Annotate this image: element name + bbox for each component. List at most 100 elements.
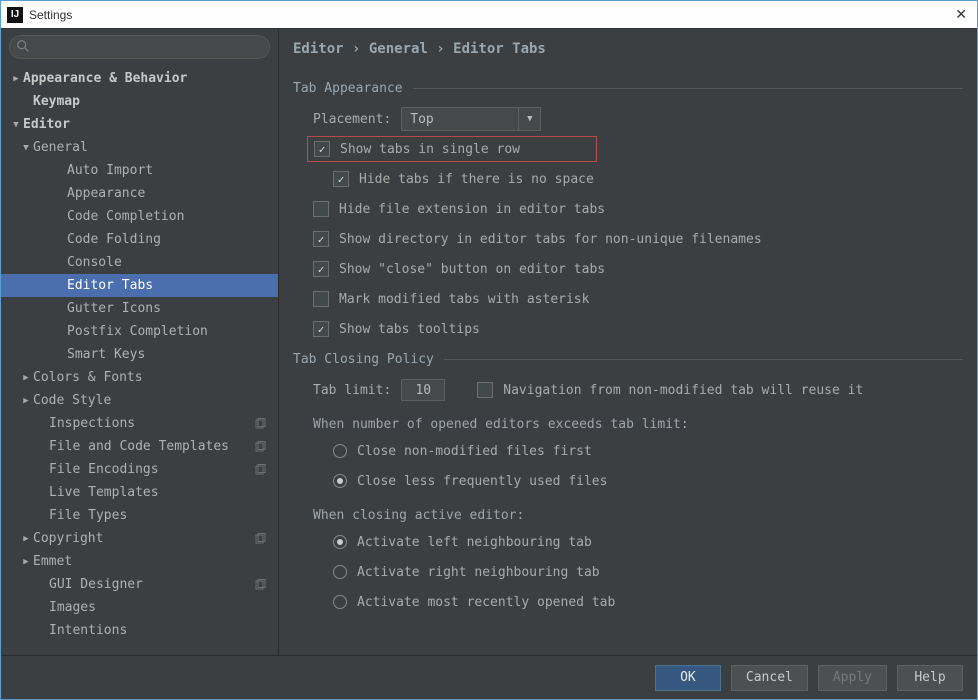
tree-code-folding[interactable]: Code Folding [1, 228, 278, 251]
checkbox-show-single-row[interactable]: ✓ [314, 141, 330, 157]
label-close-nonmod: Close non-modified files first [357, 444, 592, 459]
checkbox-show-directory[interactable]: ✓ [313, 231, 329, 247]
tree-keymap[interactable]: ▶Keymap [1, 90, 278, 113]
tree-file-types[interactable]: File Types [1, 504, 278, 527]
profile-icon [254, 418, 266, 430]
tree-editor-tabs[interactable]: Editor Tabs [1, 274, 278, 297]
tree-general[interactable]: ▼General [1, 136, 278, 159]
content: Tab Appearance Placement: Top ▼ ✓ Show t… [279, 63, 977, 655]
search-icon [16, 39, 30, 53]
tree-postfix-completion[interactable]: Postfix Completion [1, 320, 278, 343]
tree-live-templates[interactable]: Live Templates [1, 481, 278, 504]
profile-icon [254, 533, 266, 545]
label-act-right: Activate right neighbouring tab [357, 565, 600, 580]
cancel-button[interactable]: Cancel [731, 665, 808, 691]
settings-dialog: IJ Settings ✕ ▶Appearance & Behavior ▶Ke… [0, 0, 978, 700]
profile-icon [254, 579, 266, 591]
group-tab-closing-label: Tab Closing Policy [293, 352, 434, 367]
radio-close-lfu[interactable] [333, 474, 347, 488]
radio-act-right[interactable] [333, 565, 347, 579]
label-show-close: Show "close" button on editor tabs [339, 262, 605, 277]
divider [413, 88, 963, 89]
profile-icon [254, 464, 266, 476]
sidebar: ▶Appearance & Behavior ▶Keymap ▼Editor ▼… [1, 29, 279, 655]
tab-limit-label: Tab limit: [313, 383, 391, 398]
label-act-left: Activate left neighbouring tab [357, 535, 592, 550]
tree-auto-import[interactable]: Auto Import [1, 159, 278, 182]
checkbox-show-close[interactable]: ✓ [313, 261, 329, 277]
chevron-down-icon[interactable]: ▼ [518, 108, 540, 130]
search-input[interactable] [9, 35, 270, 59]
placement-select[interactable]: Top ▼ [401, 107, 541, 131]
label-show-single-row: Show tabs in single row [340, 142, 520, 157]
checkbox-mark-modified[interactable]: ✓ [313, 291, 329, 307]
checkbox-hide-extension[interactable]: ✓ [313, 201, 329, 217]
row-show-directory: ✓ Show directory in editor tabs for non-… [313, 226, 963, 252]
dialog-body: ▶Appearance & Behavior ▶Keymap ▼Editor ▼… [1, 29, 977, 655]
label-show-directory: Show directory in editor tabs for non-un… [339, 232, 762, 247]
row-tab-limit: Tab limit: ✓ Navigation from non-modifie… [313, 377, 963, 403]
titlebar-left: IJ Settings [7, 7, 72, 23]
radio-close-nonmod[interactable] [333, 444, 347, 458]
tree-emmet[interactable]: ▶Emmet [1, 550, 278, 573]
row-show-single-row: ✓ Show tabs in single row [307, 136, 963, 162]
label-hide-extension: Hide file extension in editor tabs [339, 202, 605, 217]
row-placement: Placement: Top ▼ [313, 106, 963, 132]
profile-icon [254, 441, 266, 453]
tree-appearance-behavior[interactable]: ▶Appearance & Behavior [1, 67, 278, 90]
group-tab-closing: Tab Closing Policy [293, 352, 963, 367]
checkbox-show-tooltips[interactable]: ✓ [313, 321, 329, 337]
tree-copyright[interactable]: ▶Copyright [1, 527, 278, 550]
row-act-right: Activate right neighbouring tab [333, 559, 963, 585]
exceeds-head: When number of opened editors exceeds ta… [313, 417, 963, 432]
tree-images[interactable]: Images [1, 596, 278, 619]
tree-gui-designer[interactable]: GUI Designer [1, 573, 278, 596]
tab-limit-input[interactable] [401, 379, 445, 401]
checkbox-hide-no-space[interactable]: ✓ [333, 171, 349, 187]
label-mark-modified: Mark modified tabs with asterisk [339, 292, 589, 307]
tree-inspections[interactable]: Inspections [1, 412, 278, 435]
label-nav-reuse: Navigation from non-modified tab will re… [503, 383, 863, 398]
breadcrumb: Editor › General › Editor Tabs [279, 29, 977, 63]
checkbox-nav-reuse[interactable]: ✓ [477, 382, 493, 398]
row-show-tooltips: ✓ Show tabs tooltips [313, 316, 963, 342]
row-act-mru: Activate most recently opened tab [333, 589, 963, 615]
tree-file-code-templates[interactable]: File and Code Templates [1, 435, 278, 458]
placement-value: Top [402, 112, 518, 127]
label-hide-no-space: Hide tabs if there is no space [359, 172, 594, 187]
row-hide-no-space: ✓ Hide tabs if there is no space [333, 166, 963, 192]
window-title: Settings [29, 8, 72, 22]
titlebar: IJ Settings ✕ [1, 1, 977, 29]
closing-active-head: When closing active editor: [313, 508, 963, 523]
highlight-box: ✓ Show tabs in single row [307, 136, 597, 162]
label-act-mru: Activate most recently opened tab [357, 595, 615, 610]
row-close-lfu: Close less frequently used files [333, 468, 963, 494]
ok-button[interactable]: OK [655, 665, 721, 691]
label-show-tooltips: Show tabs tooltips [339, 322, 480, 337]
tree-editor[interactable]: ▼Editor [1, 113, 278, 136]
tree-file-encodings[interactable]: File Encodings [1, 458, 278, 481]
tree-code-style[interactable]: ▶Code Style [1, 389, 278, 412]
tree-appearance[interactable]: Appearance [1, 182, 278, 205]
apply-button[interactable]: Apply [818, 665, 887, 691]
tree-smart-keys[interactable]: Smart Keys [1, 343, 278, 366]
tree-code-completion[interactable]: Code Completion [1, 205, 278, 228]
radio-act-mru[interactable] [333, 595, 347, 609]
help-button[interactable]: Help [897, 665, 963, 691]
row-close-nonmod: Close non-modified files first [333, 438, 963, 464]
group-tab-appearance: Tab Appearance [293, 81, 963, 96]
tree-colors-fonts[interactable]: ▶Colors & Fonts [1, 366, 278, 389]
tree-gutter-icons[interactable]: Gutter Icons [1, 297, 278, 320]
app-icon: IJ [7, 7, 23, 23]
group-tab-appearance-label: Tab Appearance [293, 81, 403, 96]
row-mark-modified: ✓ Mark modified tabs with asterisk [313, 286, 963, 312]
settings-tree[interactable]: ▶Appearance & Behavior ▶Keymap ▼Editor ▼… [1, 63, 278, 655]
dialog-footer: OK Cancel Apply Help [1, 655, 977, 699]
label-close-lfu: Close less frequently used files [357, 474, 607, 489]
radio-act-left[interactable] [333, 535, 347, 549]
divider [444, 359, 963, 360]
tree-intentions[interactable]: Intentions [1, 619, 278, 642]
tree-console[interactable]: Console [1, 251, 278, 274]
placement-label: Placement: [313, 112, 391, 127]
close-icon[interactable]: ✕ [951, 6, 971, 23]
